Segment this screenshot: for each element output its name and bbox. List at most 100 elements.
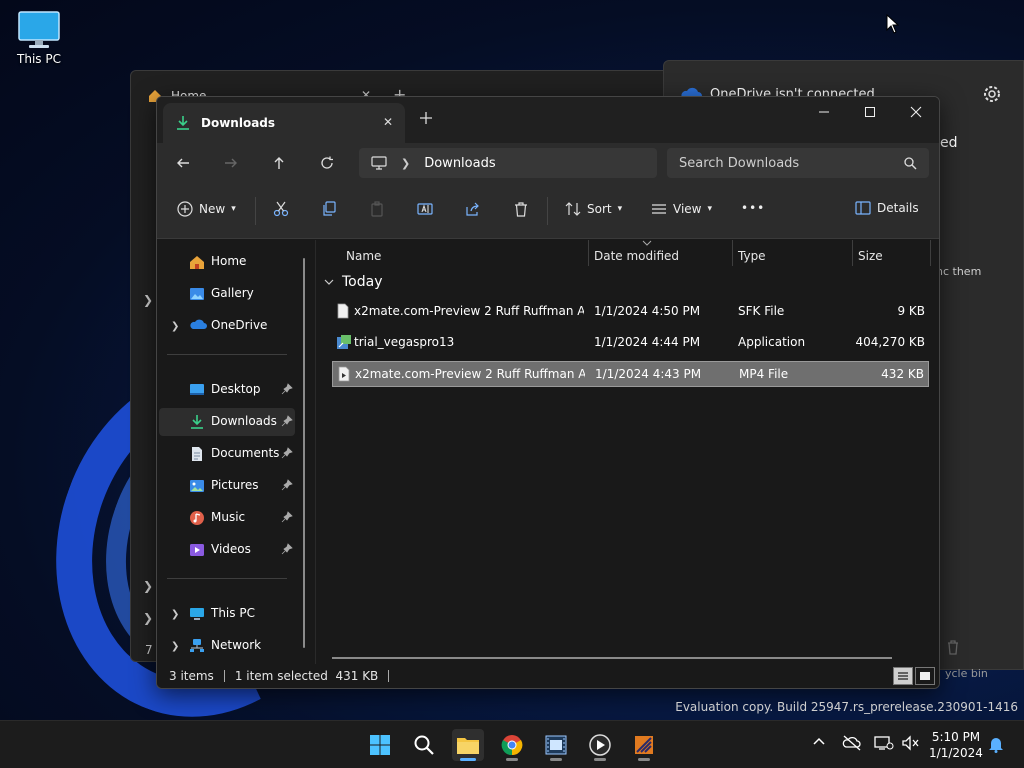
minimize-button[interactable] [801,97,847,127]
chevron-right-icon[interactable]: ❯ [401,157,410,170]
pin-icon[interactable] [281,543,293,555]
pin-icon[interactable] [281,479,293,491]
refresh-button[interactable] [317,153,337,173]
pin-icon[interactable] [281,415,293,427]
sidebar-item-gallery[interactable]: Gallery [159,280,295,308]
film-icon [545,735,567,755]
column-header-type[interactable]: Type [738,244,766,268]
sidebar-item-onedrive[interactable]: ❯ OneDrive [159,312,295,340]
status-divider [223,670,225,682]
sidebar-item-desktop[interactable]: Desktop [159,376,295,404]
group-header-today[interactable]: Today [324,274,383,290]
chevron-right-icon[interactable]: ❯ [143,579,153,593]
title-bar[interactable]: Downloads ✕ [157,97,939,143]
search-placeholder: Search Downloads [679,155,800,171]
column-header-size[interactable]: Size [858,244,883,268]
sidebar-item-home[interactable]: Home [159,248,295,276]
sidebar-item-label: Home [211,254,247,268]
sidebar-item-documents[interactable]: Documents [159,440,295,468]
column-header-name[interactable]: Name [346,244,381,268]
notification-bell-icon[interactable] [988,735,1004,756]
tab-downloads[interactable]: Downloads ✕ [163,103,405,143]
explorer-window[interactable]: Downloads ✕ ❯ Downloads Search Downloads… [156,96,940,689]
volume-muted-icon[interactable] [902,735,920,754]
file-size: 432 KB [881,367,924,381]
forward-button[interactable] [221,153,241,173]
running-indicator [506,758,518,761]
sidebar-item-network[interactable]: ❯ Network [159,632,295,660]
chrome-icon [501,735,523,756]
pin-icon[interactable] [281,511,293,523]
close-tab-icon[interactable]: ✕ [383,115,393,129]
column-label: Name [346,249,382,263]
taskbar-media-player[interactable] [584,729,616,761]
delete-button[interactable] [513,201,529,217]
chevron-right-icon[interactable]: ❯ [171,609,179,620]
horizontal-scrollbar[interactable] [332,657,892,659]
table-row[interactable]: trial_vegaspro13 1/1/2024 4:44 PM Applic… [332,330,929,356]
start-button[interactable] [364,729,396,761]
pin-icon[interactable] [281,383,293,395]
search-icon [414,735,434,755]
taskbar-video-editor[interactable] [540,729,572,761]
new-button[interactable]: New ▾ [177,201,236,217]
column-divider[interactable] [588,240,589,266]
sidebar-item-music[interactable]: Music [159,504,295,532]
sidebar-scrollbar[interactable] [303,258,305,648]
search-button[interactable] [408,729,440,761]
cut-button[interactable] [273,201,289,217]
chevron-up-icon[interactable] [812,735,826,749]
address-bar[interactable]: ❯ Downloads [359,148,657,178]
desktop-icon-this-pc[interactable]: This PC [14,10,64,66]
onedrive-icon [190,319,207,329]
sort-label: Sort [587,202,612,216]
taskbar-file-explorer[interactable] [452,729,484,761]
chevron-right-icon[interactable]: ❯ [143,293,153,307]
toolbar-divider [255,197,256,225]
close-window-button[interactable] [893,97,939,127]
maximize-button[interactable] [847,97,893,127]
search-input[interactable]: Search Downloads [667,148,929,178]
column-divider[interactable] [732,240,733,266]
details-view-button[interactable] [893,667,913,685]
installer-icon [635,736,653,754]
column-divider[interactable] [852,240,853,266]
sidebar-item-downloads[interactable]: Downloads [159,408,295,436]
column-header-date[interactable]: Date modified [594,244,679,268]
details-button[interactable]: Details [855,201,919,215]
sort-button[interactable]: Sort ▾ [565,201,622,217]
folder-icon [457,738,479,754]
up-button[interactable] [269,153,289,173]
taskbar-chrome[interactable] [496,729,528,761]
table-row-selected[interactable]: x2mate.com-Preview 2 Ruff Ruffman Aah 1/… [332,361,929,387]
network-status-icon[interactable] [874,735,894,754]
system-clock[interactable]: 5:10 PM 1/1/2024 [926,729,986,761]
sidebar-item-videos[interactable]: Videos [159,536,295,564]
more-options-button[interactable]: ••• [741,201,765,215]
sidebar-divider [167,578,287,579]
share-button[interactable] [465,201,481,217]
trash-icon [948,640,958,655]
gear-icon[interactable] [981,83,1003,105]
chevron-right-icon[interactable]: ❯ [143,611,153,625]
chevron-right-icon[interactable]: ❯ [171,641,179,652]
rename-button[interactable] [417,201,433,217]
sidebar-item-pictures[interactable]: Pictures [159,472,295,500]
tiles-view-button[interactable] [915,667,935,685]
desktop-icon [190,384,204,395]
back-button[interactable] [173,153,193,173]
file-list[interactable]: Name Date modified Type Size Today x2mat… [315,240,939,666]
column-divider[interactable] [930,240,931,266]
ellipsis-icon: ••• [741,201,766,215]
sidebar-item-this-pc[interactable]: ❯ This PC [159,600,295,628]
new-tab-icon[interactable] [419,111,433,128]
chevron-right-icon[interactable]: ❯ [171,321,179,332]
onedrive-offline-icon[interactable] [842,735,862,754]
tab-label: Downloads [201,116,276,130]
copy-button[interactable] [321,201,337,217]
taskbar-installer[interactable] [628,729,660,761]
view-button[interactable]: View ▾ [651,201,712,217]
pin-icon[interactable] [281,447,293,459]
table-row[interactable]: x2mate.com-Preview 2 Ruff Ruffman Aa... … [332,299,929,325]
paste-button[interactable] [369,201,385,217]
